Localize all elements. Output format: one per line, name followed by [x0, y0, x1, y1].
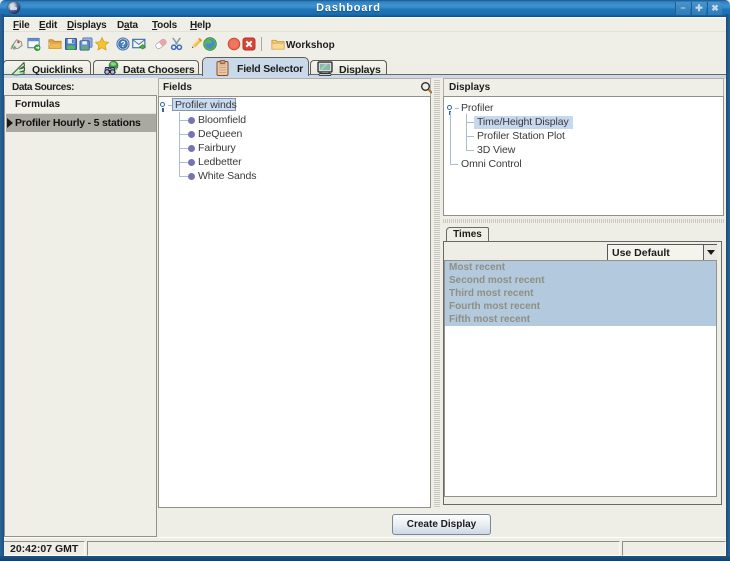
- svg-text:?: ?: [120, 39, 125, 49]
